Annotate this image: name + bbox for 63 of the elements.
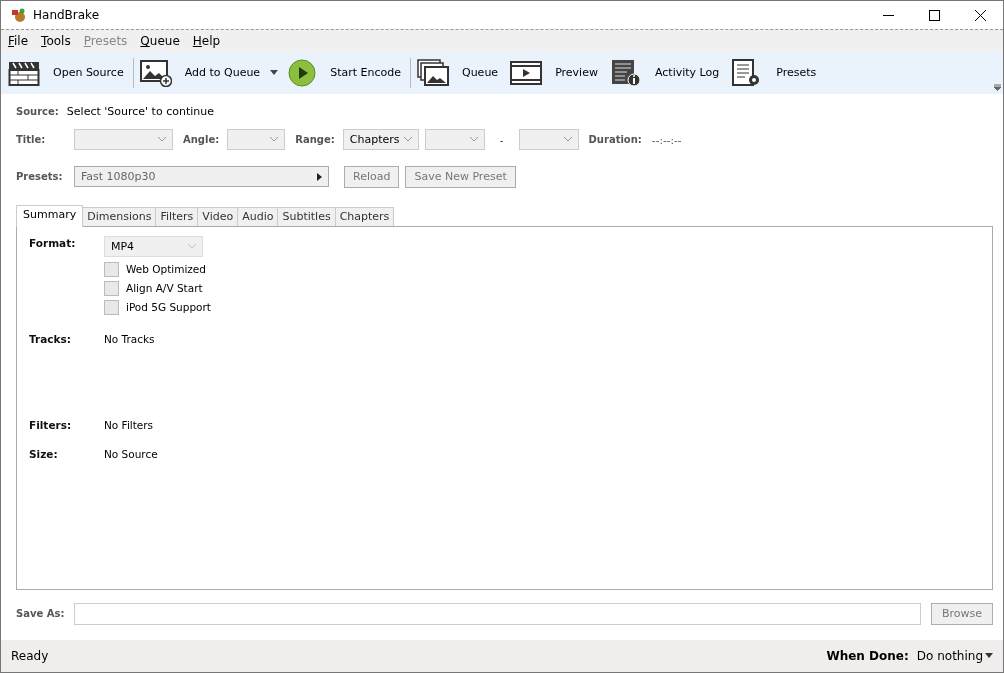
toolbar-button[interactable]: Add to Queue xyxy=(184,66,261,80)
checkbox[interactable] xyxy=(104,280,119,296)
tab[interactable]: Video xyxy=(197,206,239,226)
toolbar-button[interactable]: Activity Log xyxy=(654,66,720,80)
summary-value: No Source xyxy=(104,447,158,460)
image-add-icon[interactable] xyxy=(139,58,172,87)
range-dash: - xyxy=(499,133,504,146)
summary-label: Size: xyxy=(29,447,59,460)
tab[interactable]: Filters xyxy=(155,206,199,226)
close-icon[interactable] xyxy=(975,9,986,21)
triangle-right-icon[interactable] xyxy=(317,172,322,181)
checkbox-label: Web Optimized xyxy=(126,263,206,276)
caret-icon[interactable] xyxy=(985,653,993,659)
toolbar-button[interactable]: Start Encode xyxy=(330,66,401,80)
checkbox-label: iPod 5G Support xyxy=(126,301,211,314)
save-as-label: Save As: xyxy=(16,608,66,620)
tab[interactable]: Summary xyxy=(16,204,84,227)
source-label: Source: xyxy=(16,106,59,118)
toolbar-button[interactable]: Queue xyxy=(462,66,499,80)
menu-item[interactable]: Help xyxy=(192,34,221,49)
tab[interactable]: Subtitles xyxy=(277,206,336,226)
when-done-label: When Done: xyxy=(826,648,909,663)
range-label: Range: xyxy=(295,134,335,146)
app-logo-icon xyxy=(10,7,26,24)
presets-label: Presets: xyxy=(16,171,64,183)
when-done-dropdown[interactable]: Do nothing xyxy=(916,648,993,663)
tab[interactable]: Chapters xyxy=(334,206,395,226)
toolbar-button[interactable]: Presets xyxy=(776,66,817,80)
window-title: HandBrake xyxy=(33,8,100,23)
source-value: Select 'Source' to continue xyxy=(66,105,214,119)
log-info-icon[interactable] xyxy=(609,58,642,87)
summary-value: No Filters xyxy=(104,418,154,433)
browse-button[interactable]: Browse xyxy=(930,602,993,625)
toolbar-button[interactable]: Preview xyxy=(555,66,598,80)
caret-icon[interactable] xyxy=(270,70,279,76)
menu-item[interactable]: Queue xyxy=(140,34,180,49)
overflow-icon[interactable] xyxy=(994,83,1001,91)
status-text: Ready xyxy=(11,648,49,663)
maximize-icon[interactable] xyxy=(929,9,940,21)
duration-value: --:--:-- xyxy=(651,133,682,146)
menu-item[interactable]: File xyxy=(8,34,29,49)
format-label: Format: xyxy=(29,236,77,251)
summary-label: Tracks: xyxy=(29,332,72,347)
menu-item[interactable]: Tools xyxy=(41,34,71,49)
checkbox[interactable] xyxy=(104,261,119,277)
images-icon[interactable] xyxy=(417,58,449,87)
chapter-start-dropdown[interactable] xyxy=(424,129,485,151)
title-label: Title: xyxy=(16,134,47,146)
tab[interactable]: Dimensions xyxy=(82,206,157,226)
tab[interactable]: Audio xyxy=(237,206,279,226)
angle-label: Angle: xyxy=(183,134,220,146)
toolbar-button[interactable]: Open Source xyxy=(53,66,124,80)
checkbox[interactable] xyxy=(104,299,119,315)
preset-selector[interactable]: Fast 1080p30 xyxy=(74,166,329,188)
film-play-icon[interactable] xyxy=(510,58,543,87)
summary-label: Filters: xyxy=(29,418,73,433)
duration-label: Duration: xyxy=(588,134,642,146)
play-icon[interactable] xyxy=(288,58,317,87)
save-as-field[interactable] xyxy=(74,602,921,625)
summary-value: No Tracks xyxy=(104,332,155,347)
range-dropdown[interactable]: Chapters xyxy=(342,129,419,151)
format-dropdown[interactable]: MP4 xyxy=(104,235,203,257)
checkbox-label: Align A/V Start xyxy=(126,282,203,295)
